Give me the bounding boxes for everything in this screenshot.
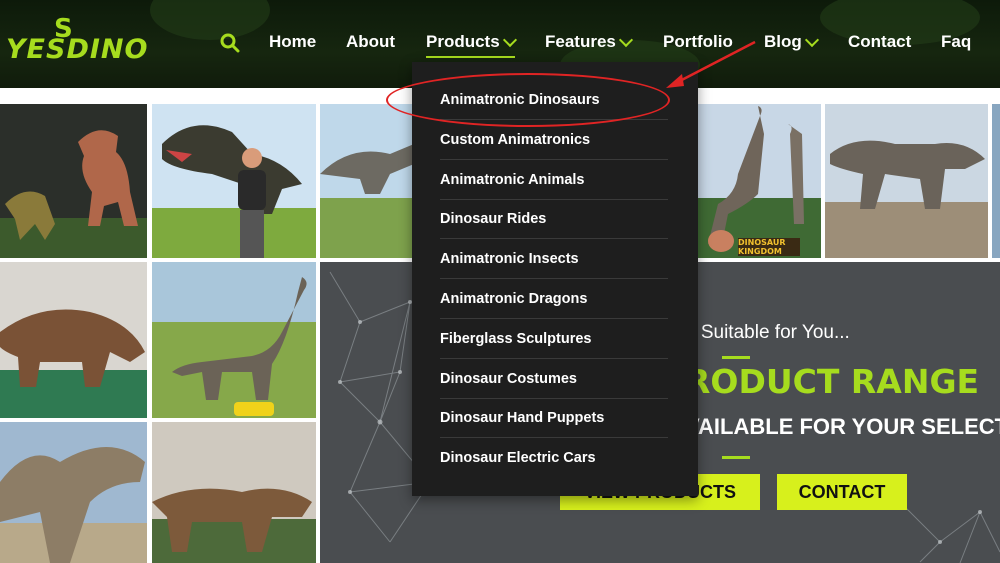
menu-item-animatronic-dragons[interactable]: Animatronic Dragons [440, 279, 668, 319]
nav-contact[interactable]: Contact [848, 32, 911, 52]
nav-features[interactable]: Features [545, 32, 633, 52]
nav-home[interactable]: Home [269, 32, 316, 52]
gallery-photo[interactable] [0, 422, 147, 563]
gallery-photo[interactable] [992, 104, 1000, 258]
dinosaur-figure [320, 144, 414, 194]
photo-ground [320, 198, 414, 258]
trex-figure [78, 130, 138, 226]
contact-button[interactable]: CONTACT [777, 474, 907, 510]
nav-products-label: Products [426, 32, 500, 51]
nav-portfolio[interactable]: Portfolio [663, 32, 733, 52]
banner-title: RODUCT RANGE [685, 362, 980, 401]
park-sign: DINOSAUR KINGDOM [738, 238, 800, 256]
menu-item-dinosaur-rides[interactable]: Dinosaur Rides [440, 199, 668, 239]
nav-blog[interactable]: Blog [764, 32, 819, 52]
gallery-photo[interactable] [825, 104, 988, 258]
menu-item-dinosaur-costumes[interactable]: Dinosaur Costumes [440, 359, 668, 399]
trex-figure [830, 140, 985, 209]
gallery-photo[interactable] [152, 262, 316, 418]
dino-egg [708, 230, 734, 252]
nav-features-label: Features [545, 32, 616, 51]
nav-faq[interactable]: Faq [941, 32, 971, 52]
ankylosaurus-figure [0, 309, 145, 387]
gallery-photo[interactable] [320, 104, 414, 258]
search-icon[interactable] [220, 33, 240, 53]
logo-text: YESDINO [6, 34, 149, 65]
person-figure [238, 148, 266, 258]
ride-car [234, 402, 274, 416]
dinosaur-figure [5, 191, 55, 240]
chevron-down-icon [618, 32, 633, 47]
dinosaur-figure [0, 447, 145, 563]
gallery-photo[interactable]: DINOSAUR KINGDOM [698, 104, 821, 258]
chevron-down-icon [804, 32, 819, 47]
menu-item-dinosaur-electric-cars[interactable]: Dinosaur Electric Cars [440, 438, 668, 477]
nav-about[interactable]: About [346, 32, 395, 52]
menu-item-dinosaur-hand-puppets[interactable]: Dinosaur Hand Puppets [440, 398, 668, 438]
nav-portfolio-label: Portfolio [663, 32, 733, 51]
nav-about-label: About [346, 32, 396, 51]
gallery-photo[interactable] [152, 422, 316, 563]
menu-item-custom-animatronics[interactable]: Custom Animatronics [440, 120, 668, 160]
menu-item-fiberglass-sculptures[interactable]: Fiberglass Sculptures [440, 319, 668, 359]
dinosaur-figure [152, 488, 312, 552]
gallery-photo[interactable] [152, 104, 316, 258]
nav-products[interactable]: Products [426, 32, 517, 58]
menu-item-animatronic-insects[interactable]: Animatronic Insects [440, 239, 668, 279]
chevron-down-icon [502, 32, 517, 47]
gallery-photo[interactable] [0, 262, 147, 418]
menu-item-animatronic-animals[interactable]: Animatronic Animals [440, 160, 668, 200]
gallery-photo[interactable] [0, 104, 147, 258]
nav-faq-label: Faq [941, 32, 972, 51]
divider-dash [722, 456, 750, 459]
header-foliage [150, 0, 270, 40]
banner-subtitle-text: e Suitable for You... [685, 322, 850, 343]
menu-item-animatronic-dinosaurs[interactable]: Animatronic Dinosaurs [440, 80, 668, 120]
banner-line2: VAILABLE FOR YOUR SELECT [685, 414, 1000, 439]
products-dropdown-menu: Animatronic Dinosaurs Custom Animatronic… [412, 62, 698, 496]
nav-contact-label: Contact [848, 32, 912, 51]
brachiosaurus-figure [172, 277, 307, 400]
nav-blog-label: Blog [764, 32, 802, 51]
nav-home-label: Home [269, 32, 317, 51]
divider-dash [722, 356, 750, 359]
